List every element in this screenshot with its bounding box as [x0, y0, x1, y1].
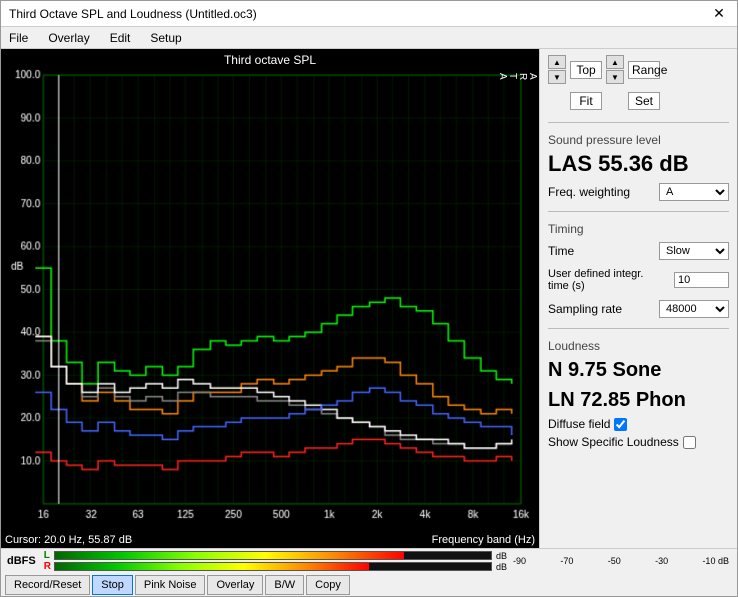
- spl-chart: [1, 69, 539, 532]
- tick-90: -90: [513, 556, 526, 566]
- freq-weighting-select[interactable]: A B C Z: [659, 183, 729, 201]
- tick-30: -30: [655, 556, 668, 566]
- tick-10: -10 dB: [702, 556, 729, 566]
- range-down-btn[interactable]: ▼: [606, 70, 624, 84]
- loudness-section-label: Loudness: [548, 339, 729, 353]
- top-nav-group: ▲ ▼: [548, 55, 566, 84]
- diffuse-field-label: Diffuse field: [548, 417, 610, 431]
- dbfs-unit-l: dB: [496, 551, 507, 561]
- chart-area: Third octave SPL ARTA Cursor: 20.0 Hz, 5…: [1, 49, 539, 548]
- user-integr-input[interactable]: [674, 272, 729, 288]
- show-specific-checkbox[interactable]: [683, 436, 696, 449]
- menu-bar: File Overlay Edit Setup: [1, 27, 737, 49]
- diffuse-field-checkbox[interactable]: [614, 418, 627, 431]
- menu-file[interactable]: File: [5, 30, 32, 46]
- dbfs-label: dBFS: [7, 555, 36, 567]
- timing-section-label: Timing: [548, 222, 729, 236]
- sampling-rate-row: Sampling rate 48000 44100 96000: [548, 300, 729, 318]
- fit-label[interactable]: Fit: [570, 92, 602, 110]
- time-row: Time Slow Fast Impulse: [548, 242, 729, 260]
- content-area: Third octave SPL ARTA Cursor: 20.0 Hz, 5…: [1, 49, 737, 548]
- show-specific-label: Show Specific Loudness: [548, 435, 679, 449]
- title-bar: Third Octave SPL and Loudness (Untitled.…: [1, 1, 737, 27]
- top-label[interactable]: Top: [570, 61, 602, 79]
- chart-wrapper: ARTA: [1, 69, 539, 532]
- chart-bottom-row: Cursor: 20.0 Hz, 55.87 dB Frequency band…: [5, 534, 535, 546]
- user-integr-label: User defined integr. time (s): [548, 268, 648, 292]
- user-integr-row: User defined integr. time (s): [548, 268, 729, 292]
- nav-controls: ▲ ▼ Top ▲ ▼ Range: [548, 55, 729, 84]
- freq-weighting-label: Freq. weighting: [548, 185, 630, 199]
- arta-label: ARTA: [497, 73, 537, 80]
- divider-1: [548, 122, 729, 123]
- chart-title: Third octave SPL: [1, 49, 539, 69]
- spl-section-label: Sound pressure level: [548, 133, 729, 147]
- bottom-bar: dBFS L dB R dB: [1, 548, 737, 596]
- tick-50: -50: [608, 556, 621, 566]
- menu-setup[interactable]: Setup: [146, 30, 185, 46]
- phon-value: LN 72.85 Phon: [548, 387, 729, 413]
- l-channel-label: L: [44, 550, 52, 561]
- pink-noise-button[interactable]: Pink Noise: [135, 575, 206, 595]
- freq-label: Frequency band (Hz): [432, 534, 535, 546]
- bw-button[interactable]: B/W: [265, 575, 304, 595]
- stop-button[interactable]: Stop: [92, 575, 133, 595]
- show-specific-row: Show Specific Loudness: [548, 435, 729, 449]
- fit-controls: Fit Set: [548, 92, 729, 110]
- set-label[interactable]: Set: [628, 92, 660, 110]
- menu-edit[interactable]: Edit: [106, 30, 135, 46]
- top-down-btn[interactable]: ▼: [548, 70, 566, 84]
- close-button[interactable]: ✕: [709, 4, 729, 24]
- main-window: Third Octave SPL and Loudness (Untitled.…: [0, 0, 738, 597]
- range-label[interactable]: Range: [628, 61, 660, 79]
- menu-overlay[interactable]: Overlay: [44, 30, 93, 46]
- dbfs-unit-r: dB: [496, 562, 507, 572]
- freq-weighting-row: Freq. weighting A B C Z: [548, 183, 729, 201]
- range-nav-group: ▲ ▼: [606, 55, 624, 84]
- chart-bottom: Cursor: 20.0 Hz, 55.87 dB Frequency band…: [1, 532, 539, 548]
- record-reset-button[interactable]: Record/Reset: [5, 575, 90, 595]
- overlay-button[interactable]: Overlay: [207, 575, 263, 595]
- copy-button[interactable]: Copy: [306, 575, 350, 595]
- sampling-rate-select[interactable]: 48000 44100 96000: [659, 300, 729, 318]
- diffuse-field-row: Diffuse field: [548, 417, 729, 431]
- l-meter-fill: [55, 552, 404, 559]
- r-channel-label: R: [44, 561, 52, 572]
- sampling-rate-label: Sampling rate: [548, 302, 622, 316]
- buttons-row: Record/Reset Stop Pink Noise Overlay B/W…: [1, 573, 737, 597]
- divider-3: [548, 328, 729, 329]
- cursor-text: Cursor: 20.0 Hz, 55.87 dB: [5, 534, 132, 546]
- sone-value: N 9.75 Sone: [548, 357, 729, 383]
- right-panel: ▲ ▼ Top ▲ ▼ Range Fit Set Sound pressure…: [539, 49, 737, 548]
- top-up-btn[interactable]: ▲: [548, 55, 566, 69]
- r-meter-fill: [55, 563, 369, 570]
- spl-value: LAS 55.36 dB: [548, 151, 729, 177]
- time-label: Time: [548, 244, 574, 258]
- window-title: Third Octave SPL and Loudness (Untitled.…: [9, 7, 257, 21]
- tick-70: -70: [560, 556, 573, 566]
- time-select[interactable]: Slow Fast Impulse: [659, 242, 729, 260]
- range-up-btn[interactable]: ▲: [606, 55, 624, 69]
- divider-2: [548, 211, 729, 212]
